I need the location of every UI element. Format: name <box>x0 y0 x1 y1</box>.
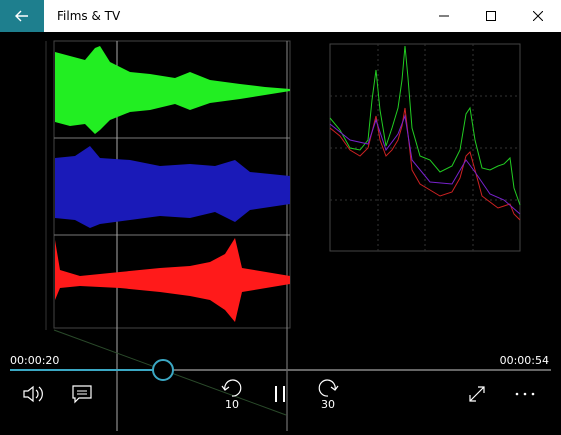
pause-icon <box>275 386 285 402</box>
video-frame[interactable] <box>0 32 561 431</box>
skip-back-label: 10 <box>225 398 239 411</box>
video-content <box>45 40 521 431</box>
green-waveform <box>55 46 290 134</box>
pause-button[interactable] <box>264 378 296 410</box>
more-button[interactable] <box>509 378 541 410</box>
title-bar: Films & TV <box>0 0 561 32</box>
skip-forward-button[interactable]: 30 <box>312 378 344 411</box>
skip-back-button[interactable]: 10 <box>216 378 248 411</box>
skip-forward-label: 30 <box>321 398 335 411</box>
maximize-icon <box>486 11 496 21</box>
maximize-button[interactable] <box>468 0 514 32</box>
minimize-icon <box>439 15 449 17</box>
volume-button[interactable] <box>18 378 50 410</box>
skip-forward-icon <box>318 379 339 397</box>
blue-waveform <box>55 146 290 228</box>
fullscreen-button[interactable] <box>461 378 493 410</box>
skip-back-icon <box>221 379 242 397</box>
seek-bar-fill <box>10 369 162 371</box>
subtitles-button[interactable] <box>66 378 98 410</box>
volume-icon <box>23 385 43 403</box>
seek-bar[interactable] <box>10 359 551 381</box>
more-icon <box>515 392 535 396</box>
red-waveform <box>55 238 290 322</box>
elapsed-time: 00:00:20 <box>10 354 60 367</box>
back-arrow-icon <box>15 10 28 22</box>
close-button[interactable] <box>515 0 561 32</box>
app-title: Films & TV <box>57 9 121 23</box>
total-time: 00:00:54 <box>499 354 549 367</box>
close-icon <box>533 11 543 21</box>
subtitles-icon <box>72 385 92 404</box>
back-button[interactable] <box>0 0 44 32</box>
minimize-button[interactable] <box>421 0 467 32</box>
fullscreen-icon <box>469 386 485 402</box>
